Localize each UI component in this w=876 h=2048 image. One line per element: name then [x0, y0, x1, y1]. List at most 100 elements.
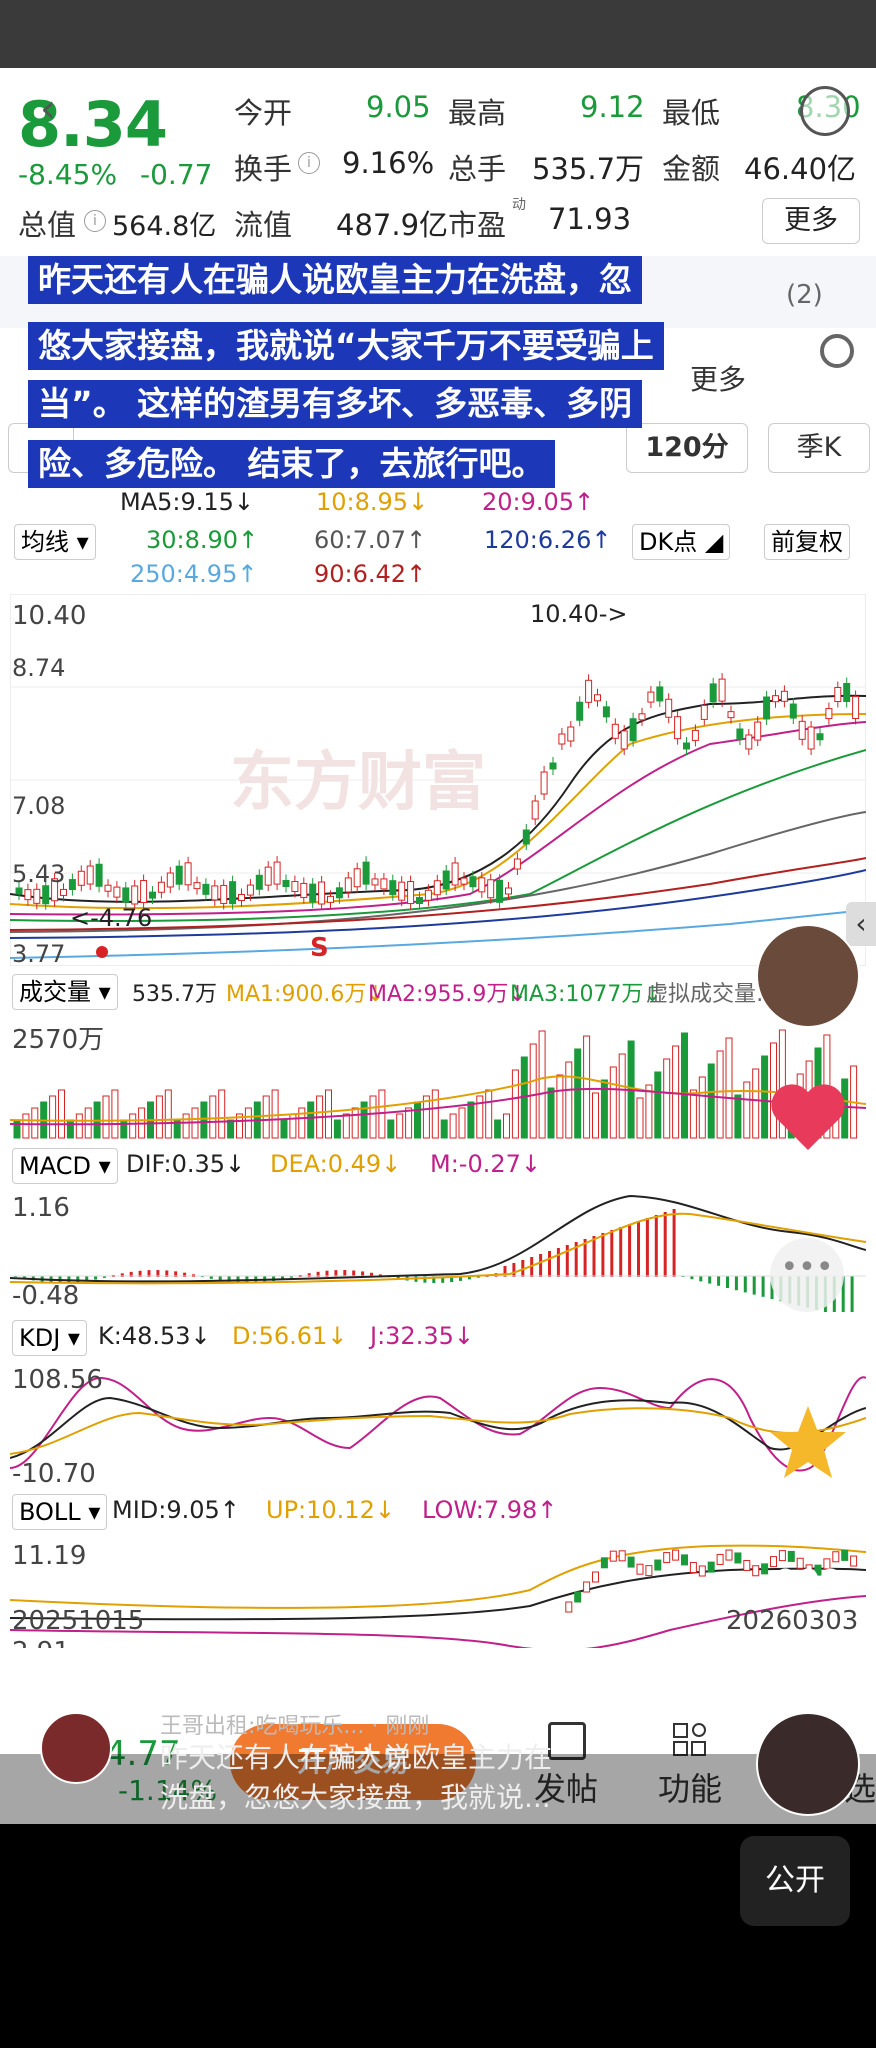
- avatar[interactable]: [40, 1712, 112, 1784]
- tab-more[interactable]: 更多: [690, 358, 746, 398]
- music-avatar[interactable]: [756, 1712, 860, 1816]
- candle: [442, 870, 450, 890]
- search-icon[interactable]: [800, 86, 850, 136]
- candle: [416, 897, 423, 905]
- pe-superscript: 动: [512, 197, 526, 213]
- boll-candle: [761, 1563, 769, 1575]
- kdj-j: J:32.35↓: [370, 1322, 474, 1350]
- boll-candle: [627, 1556, 635, 1568]
- candle: [629, 718, 637, 742]
- back-icon[interactable]: ‹: [40, 86, 56, 132]
- dk-toggle[interactable]: DK点 ◢: [632, 524, 731, 560]
- volume-bar: [405, 1107, 413, 1139]
- candle: [149, 891, 156, 899]
- y-axis-4: 5.43: [12, 860, 65, 888]
- volume-bar: [689, 1089, 697, 1139]
- ma-toggle-label: 均线: [21, 528, 69, 556]
- macd-bar: [548, 1251, 551, 1277]
- candle: [674, 716, 682, 740]
- boll-selector[interactable]: BOLL ▾: [12, 1494, 108, 1530]
- vol-ma2: MA2:955.9万↓: [368, 982, 527, 1007]
- ma5-label: MA5:9.15↓: [120, 488, 255, 516]
- candle: [549, 762, 557, 770]
- volume-bar: [529, 1043, 537, 1139]
- grid-icon[interactable]: [672, 1722, 708, 1758]
- macd-chart[interactable]: 1.16 -0.48: [10, 1186, 866, 1312]
- candle: [540, 771, 548, 795]
- volume-bar: [698, 1076, 706, 1139]
- macd-bar: [556, 1248, 560, 1277]
- gear-icon[interactable]: [820, 334, 854, 368]
- float-label: 流值: [234, 208, 293, 242]
- candle: [789, 703, 797, 719]
- volume-bar: [449, 1113, 457, 1139]
- collapse-arrow-icon[interactable]: ‹: [846, 902, 876, 946]
- heart-icon[interactable]: [768, 1078, 848, 1158]
- info-icon[interactable]: i: [84, 210, 106, 232]
- ma-toggle[interactable]: 均线 ▾: [14, 524, 96, 560]
- candle: [576, 701, 584, 721]
- kdj-selector[interactable]: KDJ ▾: [12, 1320, 87, 1356]
- candle: [220, 884, 228, 904]
- candle: [166, 872, 174, 888]
- ma10-label: 10:8.95↓: [316, 488, 429, 516]
- dk-label: DK点: [639, 528, 698, 556]
- volume-bar: [636, 1097, 644, 1139]
- candle: [300, 882, 308, 898]
- tab-season-k[interactable]: 季K: [768, 423, 870, 473]
- buy-point-dot: [96, 946, 108, 958]
- caption-line-1: 昨天还有人在骗人说欧皇主力在洗盘，忽: [28, 256, 642, 304]
- boll-candle: [565, 1601, 573, 1613]
- volume-bar: [440, 1119, 448, 1139]
- comment-icon[interactable]: •••: [770, 1238, 844, 1312]
- volume-label: 总手: [448, 152, 507, 186]
- mcap-label: 总值: [18, 208, 77, 242]
- info-icon[interactable]: i: [298, 152, 320, 174]
- volume-bar: [618, 1053, 626, 1139]
- boll-candle: [841, 1549, 849, 1561]
- candle: [513, 858, 521, 870]
- candle: [238, 894, 245, 902]
- volume-bar: [547, 1087, 555, 1139]
- vol-ma3: MA3:1077万↓: [510, 982, 662, 1007]
- volume-bar: [280, 1119, 288, 1139]
- macd-bar: [628, 1224, 632, 1277]
- macd-selector[interactable]: MACD ▾: [12, 1148, 118, 1184]
- candle: [522, 829, 530, 845]
- macd-bar: [672, 1209, 676, 1277]
- boll-candle: [716, 1553, 724, 1565]
- d-line: [10, 1407, 866, 1455]
- volume-bar: [431, 1089, 439, 1139]
- tab-120min[interactable]: 120分: [626, 423, 748, 473]
- candle: [638, 713, 646, 721]
- boll-candle: [778, 1550, 786, 1562]
- dif-line: [10, 1194, 866, 1283]
- volume-bar: [414, 1101, 421, 1139]
- fq-toggle[interactable]: 前复权: [764, 524, 850, 560]
- public-button[interactable]: 公开: [740, 1836, 850, 1926]
- music-disc-avatar[interactable]: [756, 924, 860, 1028]
- star-icon[interactable]: [768, 1402, 848, 1482]
- boll-candle: [574, 1591, 582, 1603]
- boll-candle: [663, 1552, 671, 1564]
- candle: [398, 881, 406, 901]
- kdj-chart[interactable]: 108.56 -10.70: [10, 1358, 866, 1488]
- kline-chart[interactable]: 东方财富 10.40-> <-4.76 S 10.40 8.74 7.08 5.…: [10, 594, 866, 966]
- more-dots-icon[interactable]: ●●●: [774, 1562, 842, 1592]
- candle: [816, 733, 824, 741]
- candle: [309, 883, 317, 903]
- badge-count[interactable]: (2): [786, 280, 823, 310]
- candle: [834, 687, 842, 703]
- volume-bar: [565, 1061, 573, 1139]
- boll-candle: [583, 1581, 591, 1593]
- macd-bar: [601, 1233, 605, 1277]
- volume-bar: [458, 1107, 466, 1139]
- more-button[interactable]: 更多: [762, 198, 860, 244]
- macd-bar: [539, 1254, 543, 1277]
- k-line: [10, 1396, 866, 1459]
- ma90-label: 90:6.42↑: [314, 560, 427, 588]
- candle: [318, 881, 326, 905]
- volume-selector[interactable]: 成交量 ▾: [12, 974, 118, 1010]
- macd-bars-group: [14, 1209, 854, 1312]
- volume-chart[interactable]: 2570万: [10, 1012, 866, 1142]
